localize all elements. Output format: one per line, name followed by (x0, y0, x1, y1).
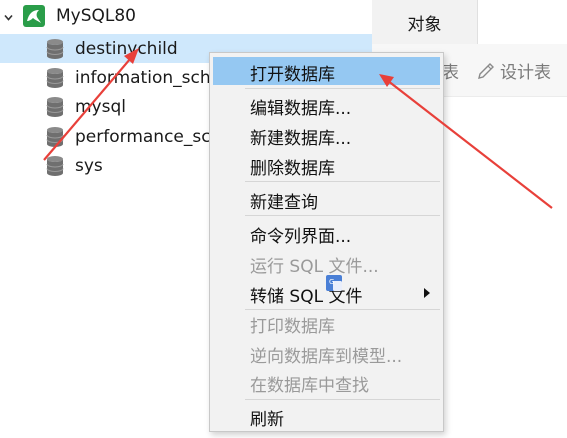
menu-item-label: 逆向数据库到模型... (250, 347, 403, 367)
chevron-down-icon[interactable] (4, 13, 13, 22)
design-table-label: 设计表 (500, 63, 551, 83)
tab-objects-label: 对象 (407, 14, 442, 35)
menu-item-label: 运行 SQL 文件... (250, 257, 379, 277)
menu-item-edit-database[interactable]: 编辑数据库... (213, 91, 440, 119)
menu-separator (245, 215, 440, 216)
menu-item-command-line[interactable]: 命令列界面... (213, 219, 440, 247)
menu-item-label: 打印数据库 (250, 317, 335, 337)
database-icon (46, 68, 64, 88)
tab-strip: 对象 (372, 0, 567, 44)
menu-item-new-query[interactable]: 新建查询 (213, 185, 440, 213)
menu-separator (245, 88, 440, 89)
menu-separator (245, 399, 440, 400)
menu-item-find-in-database: 在数据库中查找 (213, 368, 440, 396)
database-label: sys (75, 156, 103, 176)
menu-item-label: 编辑数据库... (250, 99, 352, 119)
menu-item-label: 新建数据库... (250, 129, 352, 149)
design-table-button[interactable]: 设计表 (476, 58, 551, 83)
database-context-menu: 打开数据库 编辑数据库... 新建数据库... 删除数据库 新建查询 命令列界面… (209, 52, 444, 432)
database-icon (46, 39, 64, 59)
toolbar-table-label: 表 (442, 63, 459, 83)
menu-item-label: 在数据库中查找 (250, 376, 369, 396)
menu-item-print-database: 打印数据库 (213, 309, 440, 337)
menu-item-label: 打开数据库 (250, 65, 335, 85)
connection-label: MySQL80 (56, 6, 137, 26)
toolbar-table-button[interactable]: 表 (442, 58, 459, 83)
menu-item-run-sql-file: 运行 SQL 文件... (213, 249, 440, 277)
database-label: destinychild (75, 39, 178, 59)
translate-icon: G (326, 275, 342, 291)
menu-item-new-database[interactable]: 新建数据库... (213, 121, 440, 149)
menu-item-label: 转储 SQL 文件 (250, 287, 363, 307)
database-icon (46, 127, 64, 147)
menu-item-label: 新建查询 (250, 193, 318, 213)
menu-item-label: 命令列界面... (250, 227, 352, 247)
database-icon (46, 97, 64, 117)
menu-item-label: 刷新 (250, 410, 284, 430)
pencil-icon (478, 62, 494, 79)
menu-item-refresh[interactable]: 刷新 (213, 402, 440, 430)
mysql-connection-icon (23, 5, 45, 27)
menu-item-reverse-to-model: 逆向数据库到模型... (213, 339, 440, 367)
database-label: performance_sc (75, 127, 211, 147)
database-label: information_sch (75, 68, 211, 88)
submenu-arrow-icon (424, 288, 430, 298)
menu-separator (245, 181, 440, 182)
menu-item-label: 删除数据库 (250, 159, 335, 179)
svg-text:G: G (329, 278, 334, 286)
tab-objects[interactable]: 对象 (372, 0, 478, 44)
database-label: mysql (75, 97, 126, 117)
menu-item-open-database[interactable]: 打开数据库 (213, 57, 440, 85)
database-icon (46, 156, 64, 176)
menu-item-delete-database[interactable]: 删除数据库 (213, 151, 440, 179)
connection-node-mysql80[interactable]: MySQL80 (0, 4, 372, 33)
tab-empty-area (478, 0, 567, 44)
